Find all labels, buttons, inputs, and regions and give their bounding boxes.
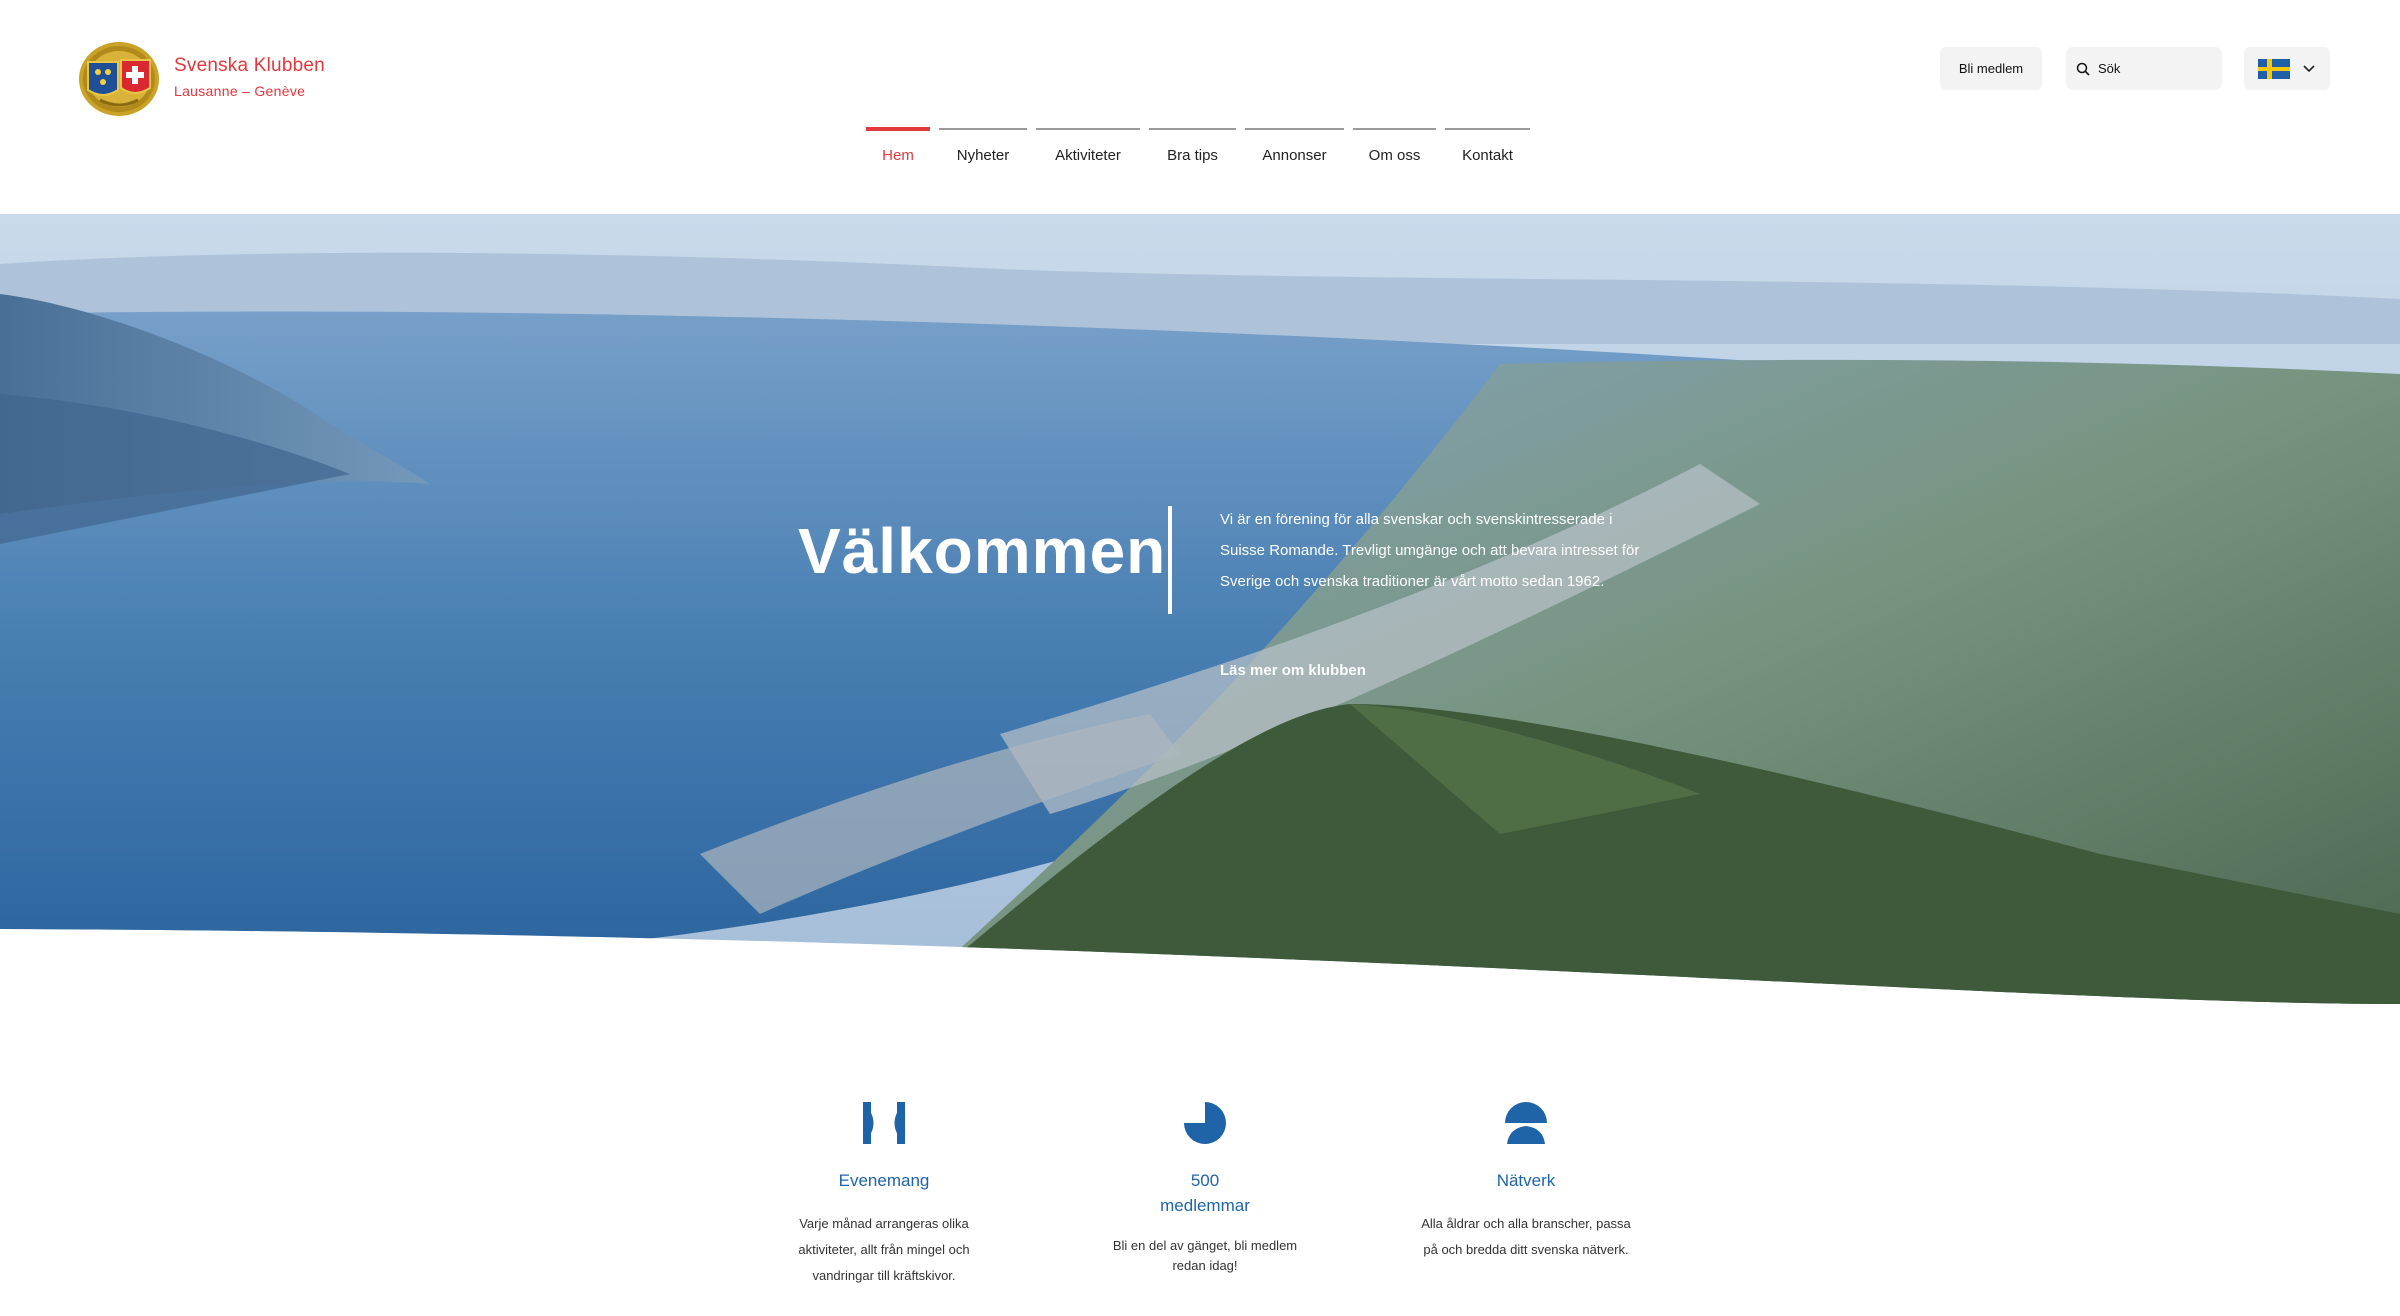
feature-description: Varje månad arrangeras olika aktiviteter… — [798, 1216, 970, 1283]
nav-item-kontakt[interactable]: Kontakt — [1445, 128, 1530, 168]
hero-title: Välkommen — [798, 515, 1167, 587]
hero-description: Vi är en förening för alla svenskar och … — [1220, 511, 1640, 590]
hero-divider — [1168, 506, 1172, 614]
nav-item-nyheter[interactable]: Nyheter — [939, 128, 1027, 168]
feature-title: Nätverk — [1496, 1171, 1556, 1190]
search-input[interactable] — [2098, 61, 2208, 76]
language-selector[interactable] — [2244, 47, 2330, 90]
hero-lake-landscape-image — [0, 214, 2400, 1004]
join-button[interactable]: Bli medlem — [1940, 47, 2042, 90]
feature-description: Alla åldrar och alla branscher, passa på… — [1421, 1216, 1631, 1257]
nav-item-annonser[interactable]: Annonser — [1245, 128, 1344, 168]
read-more-link[interactable]: Läs mer om klubben — [1220, 662, 1366, 679]
search-box[interactable] — [2066, 47, 2222, 90]
club-logo[interactable] — [78, 40, 160, 118]
nav-item-aktiviteter[interactable]: Aktiviteter — [1036, 128, 1140, 168]
chevron-down-icon — [2303, 64, 2315, 72]
nav-item-hem[interactable]: Hem — [866, 127, 930, 168]
search-icon — [2076, 62, 2090, 76]
pie-icon — [1184, 1102, 1226, 1144]
feature-title-text: 500 medlemmar — [1160, 1171, 1250, 1215]
feature-title: Evenemang — [838, 1171, 930, 1190]
hero-section: Välkommen Vi är en förening för alla sve… — [0, 214, 2400, 1004]
brand-name[interactable]: Svenska Klubben — [174, 55, 325, 77]
brand-subtitle: Lausanne – Genève — [174, 83, 306, 99]
bow-tie-icon — [863, 1102, 905, 1144]
feature-network: Nätverk Alla åldrar och alla branscher, … — [1418, 1100, 1634, 1263]
nav-item-bra-tips[interactable]: Bra tips — [1149, 128, 1236, 168]
swedish-flag-icon — [2258, 58, 2290, 79]
main-nav: Hem Nyheter Aktiviteter Bra tips Annonse… — [866, 127, 1530, 168]
brand[interactable]: Svenska Klubben Lausanne – Genève — [174, 55, 325, 99]
nav-item-om-oss[interactable]: Om oss — [1353, 128, 1436, 168]
feature-events: Evenemang Varje månad arrangeras olika a… — [774, 1100, 994, 1289]
site-header: Svenska Klubben Lausanne – Genève Bli me… — [0, 0, 2400, 214]
feature-members: 500 medlemmar Bli en del av gänget, bli … — [1100, 1100, 1310, 1276]
feature-title: 500 medlemmar — [1100, 1168, 1310, 1218]
feature-description: Bli en del av gänget, bli medlem redan i… — [1112, 1238, 1298, 1273]
people-icon — [1505, 1102, 1547, 1144]
